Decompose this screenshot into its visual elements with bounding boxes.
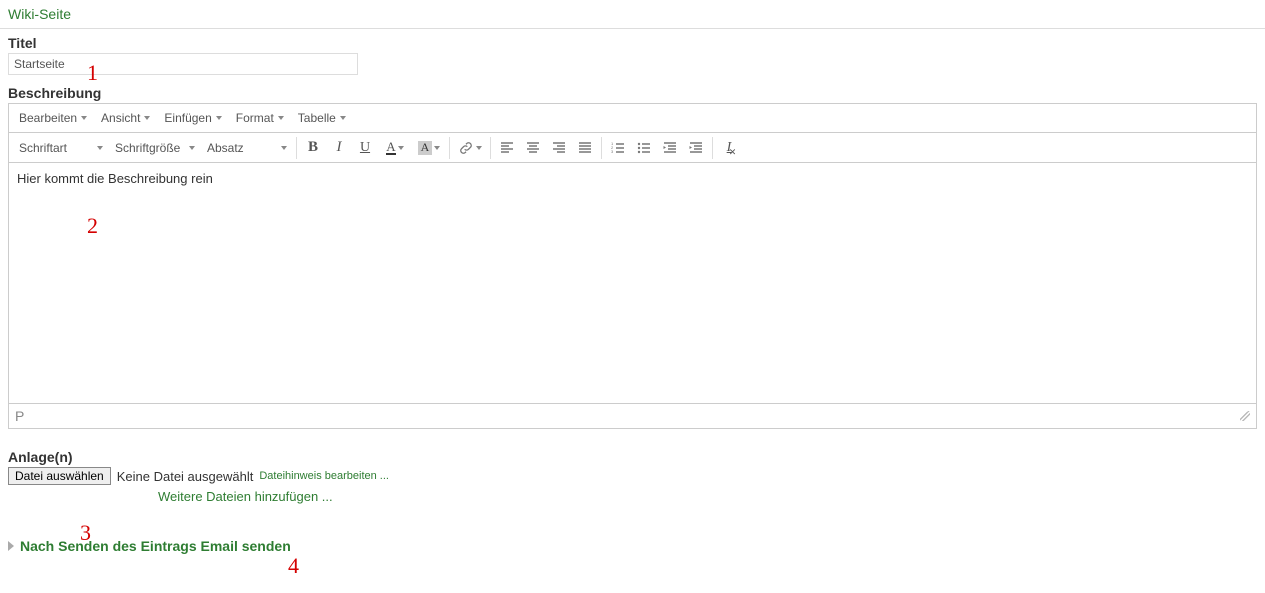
title-input[interactable]: [8, 53, 358, 75]
resize-handle[interactable]: [1240, 411, 1250, 421]
font-size-select[interactable]: Schriftgröße: [109, 138, 201, 158]
align-justify-icon: [577, 140, 593, 156]
text-color-button[interactable]: A: [378, 136, 412, 160]
editor-toolbar: Schriftart Schriftgröße Absatz B I U A A: [9, 133, 1256, 163]
caret-icon: [281, 146, 287, 150]
italic-button[interactable]: I: [326, 136, 352, 160]
menu-insert-label: Einfügen: [164, 111, 211, 125]
align-justify-button[interactable]: [572, 136, 598, 160]
editor-menubar: Bearbeiten Ansicht Einfügen Format Tabel…: [9, 104, 1256, 133]
editor-content[interactable]: Hier kommt die Beschreibung rein: [9, 163, 1256, 403]
unordered-list-icon: [636, 140, 652, 156]
title-label: Titel: [8, 35, 1257, 51]
underline-button[interactable]: U: [352, 136, 378, 160]
unordered-list-button[interactable]: [631, 136, 657, 160]
clear-formatting-button[interactable]: I✕: [716, 136, 742, 160]
clear-formatting-icon: I✕: [727, 140, 732, 156]
background-color-button[interactable]: A: [412, 136, 446, 160]
align-left-icon: [499, 140, 515, 156]
menu-edit-label: Bearbeiten: [19, 111, 77, 125]
caret-icon: [340, 116, 346, 120]
toolbar-separator: [712, 137, 713, 159]
toolbar-separator: [601, 137, 602, 159]
align-center-icon: [525, 140, 541, 156]
align-right-icon: [551, 140, 567, 156]
bold-icon: B: [308, 139, 318, 156]
paragraph-select[interactable]: Absatz: [201, 138, 293, 158]
ordered-list-icon: 123: [610, 140, 626, 156]
italic-icon: I: [337, 139, 342, 156]
caret-icon: [97, 146, 103, 150]
triangle-right-icon: [8, 541, 14, 551]
align-left-button[interactable]: [494, 136, 520, 160]
underline-icon: U: [360, 140, 370, 156]
rich-text-editor: Bearbeiten Ansicht Einfügen Format Tabel…: [8, 103, 1257, 429]
caret-icon: [81, 116, 87, 120]
link-button[interactable]: [453, 136, 487, 160]
font-size-label: Schriftgröße: [115, 141, 180, 155]
editor-path: P: [15, 408, 24, 424]
bold-button[interactable]: B: [300, 136, 326, 160]
indent-button[interactable]: [683, 136, 709, 160]
menu-insert[interactable]: Einfügen: [158, 108, 227, 128]
outdent-icon: [662, 140, 678, 156]
menu-view[interactable]: Ansicht: [95, 108, 156, 128]
menu-edit[interactable]: Bearbeiten: [13, 108, 93, 128]
font-family-select[interactable]: Schriftart: [13, 138, 109, 158]
caret-icon: [189, 146, 195, 150]
toolbar-separator: [296, 137, 297, 159]
file-status-text: Keine Datei ausgewählt: [117, 469, 254, 484]
caret-icon: [278, 116, 284, 120]
align-center-button[interactable]: [520, 136, 546, 160]
menu-view-label: Ansicht: [101, 111, 140, 125]
add-more-files-link[interactable]: Weitere Dateien hinzufügen ...: [8, 489, 1257, 504]
edit-file-hint-link[interactable]: Dateihinweis bearbeiten ...: [259, 470, 389, 482]
section-header: Wiki-Seite: [0, 0, 1265, 29]
email-expander-label: Nach Senden des Eintrags Email senden: [20, 538, 291, 554]
choose-file-button[interactable]: Datei auswählen: [8, 467, 111, 485]
attachments-label: Anlage(n): [8, 449, 1257, 465]
svg-text:3: 3: [611, 149, 614, 154]
caret-icon: [434, 146, 440, 150]
caret-icon: [476, 146, 482, 150]
background-color-icon: A: [418, 141, 432, 155]
menu-format-label: Format: [236, 111, 274, 125]
description-label: Beschreibung: [8, 85, 1257, 101]
editor-statusbar: P: [9, 403, 1256, 428]
text-color-icon: A: [386, 141, 395, 155]
caret-icon: [216, 116, 222, 120]
menu-table-label: Tabelle: [298, 111, 336, 125]
indent-icon: [688, 140, 704, 156]
font-family-label: Schriftart: [19, 141, 67, 155]
toolbar-separator: [490, 137, 491, 159]
caret-icon: [398, 146, 404, 150]
paragraph-label: Absatz: [207, 141, 244, 155]
caret-icon: [144, 116, 150, 120]
toolbar-separator: [449, 137, 450, 159]
email-after-submit-expander[interactable]: Nach Senden des Eintrags Email senden: [0, 508, 1265, 562]
outdent-button[interactable]: [657, 136, 683, 160]
editor-text: Hier kommt die Beschreibung rein: [17, 171, 213, 186]
ordered-list-button[interactable]: 123: [605, 136, 631, 160]
link-icon: [458, 140, 474, 156]
menu-format[interactable]: Format: [230, 108, 290, 128]
menu-table[interactable]: Tabelle: [292, 108, 352, 128]
align-right-button[interactable]: [546, 136, 572, 160]
